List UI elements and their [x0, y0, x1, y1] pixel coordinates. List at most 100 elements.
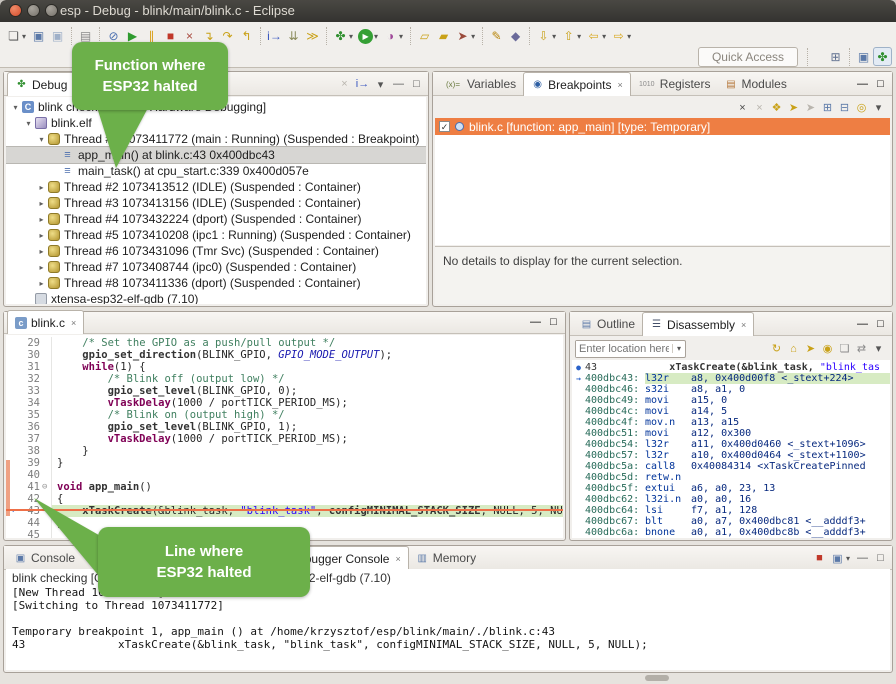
horizontal-scrollbar[interactable] [645, 675, 669, 681]
open-type-icon[interactable]: ◆ [506, 27, 525, 46]
save-icon[interactable]: ▣ [29, 27, 48, 46]
expand-arrow-icon[interactable]: ▸ [36, 279, 47, 288]
expand-arrow-icon[interactable]: ▸ [36, 183, 47, 192]
view-menu-icon[interactable]: ▾ [372, 76, 389, 92]
minimize-icon[interactable]: — [390, 76, 407, 92]
profile-icon[interactable]: ◑ [381, 27, 400, 46]
cpp-perspective-icon[interactable]: ▣ [854, 47, 873, 66]
mark-occurrences-icon[interactable]: ✎ [487, 27, 506, 46]
expand-all-icon[interactable]: ⊞ [819, 100, 836, 116]
profile-icon-menu[interactable]: ▾ [399, 32, 403, 41]
tab-modules[interactable]: ▤ Modules [717, 73, 793, 95]
external-tools-icon-menu[interactable]: ▾ [471, 32, 475, 41]
quick-access-box[interactable]: Quick Access [698, 47, 798, 67]
chevron-down-icon[interactable]: ▾ [672, 344, 685, 353]
tab-memory[interactable]: ▥ Memory [409, 547, 483, 569]
disassembly-listing[interactable]: ●43 xTaskCreate(&blink_task, "blink_tas→… [572, 360, 890, 538]
forward-icon-menu[interactable]: ▾ [627, 32, 631, 41]
debug-tree-item[interactable]: ▸Thread #3 1073413156 (IDLE) (Suspended … [6, 195, 426, 211]
instruction-stepping-icon[interactable]: i→ [265, 27, 284, 46]
next-annotation-icon-menu[interactable]: ▾ [552, 32, 556, 41]
maximize-icon[interactable]: □ [545, 314, 562, 330]
location-input[interactable] [576, 341, 672, 357]
drop-to-frame-icon[interactable]: ⇊ [284, 27, 303, 46]
run-icon[interactable]: ▶ [358, 29, 373, 44]
minimize-icon[interactable]: — [854, 550, 871, 566]
tab-outline[interactable]: ▤ Outline [573, 313, 642, 335]
new-wizard-icon[interactable]: ❏ [4, 27, 23, 46]
breakpoint-checkbox[interactable]: ✓ [439, 121, 450, 132]
expand-arrow-icon[interactable]: ▸ [36, 247, 47, 256]
link-with-debug-icon[interactable]: ◎ [853, 100, 870, 116]
expand-arrow-icon[interactable]: ▾ [23, 119, 34, 128]
close-icon[interactable]: × [395, 554, 400, 564]
window-close-button[interactable] [9, 4, 22, 17]
close-icon[interactable]: × [71, 318, 76, 328]
debug-tree-item[interactable]: ▸Thread #8 1073411336 (dport) (Suspended… [6, 275, 426, 291]
maximize-icon[interactable]: □ [408, 76, 425, 92]
show-breakpoints-supported-icon[interactable]: ❖ [768, 100, 785, 116]
back-icon-menu[interactable]: ▾ [602, 32, 606, 41]
tab-disassembly[interactable]: ☰ Disassembly × [642, 312, 754, 336]
run-icon-menu[interactable]: ▾ [374, 32, 378, 41]
debug-tree-item[interactable]: ▸Thread #7 1073408744 (ipc0) (Suspended … [6, 259, 426, 275]
expand-arrow-icon[interactable]: ▾ [10, 103, 21, 112]
debug-perspective-icon[interactable]: ✤ [873, 47, 892, 66]
window-minimize-button[interactable] [27, 4, 40, 17]
view-menu-icon[interactable]: ▾ [870, 341, 887, 357]
expand-arrow-icon[interactable]: ▸ [36, 199, 47, 208]
external-tools-icon[interactable]: ➤ [453, 27, 472, 46]
close-icon[interactable]: × [741, 320, 746, 330]
close-icon[interactable]: × [618, 80, 623, 90]
terminate-console-icon[interactable]: ■ [811, 550, 828, 566]
collapse-all-icon[interactable]: ⊟ [836, 100, 853, 116]
debug-tree-item[interactable]: ▸Thread #6 1073431096 (Tmr Svc) (Suspend… [6, 243, 426, 259]
link-view-icon[interactable]: ⇄ [853, 341, 870, 357]
debug-tree-item[interactable]: ▸Thread #5 1073410208 (ipc1 : Running) (… [6, 227, 426, 243]
debug-tree-item[interactable]: ≡main_task() at cpu_start.c:339 0x400d05… [6, 163, 426, 179]
debug-icon-menu[interactable]: ▾ [349, 32, 353, 41]
sync-with-source-icon[interactable]: ◉ [819, 341, 836, 357]
window-maximize-button[interactable] [45, 4, 58, 17]
open-run-config-icon[interactable]: ▰ [434, 27, 453, 46]
debug-tree-item[interactable]: ▾blink.elf [6, 115, 426, 131]
maximize-icon[interactable]: □ [872, 550, 889, 566]
new-wizard-icon-menu[interactable]: ▾ [22, 32, 26, 41]
debug-tree-item[interactable]: ≡app_main() at blink.c:43 0x400dbc43 [6, 147, 426, 163]
previous-annotation-icon-menu[interactable]: ▾ [577, 32, 581, 41]
remove-selected-breakpoint-icon[interactable]: × [734, 100, 751, 116]
maximize-icon[interactable]: □ [872, 76, 889, 92]
debug-tree-item[interactable]: ▸Thread #4 1073432224 (dport) (Suspended… [6, 211, 426, 227]
debug-tree-item[interactable]: ▸Thread #2 1073413512 (IDLE) (Suspended … [6, 179, 426, 195]
use-step-filters-icon[interactable]: ≫ [303, 27, 322, 46]
go-to-file-icon[interactable]: ➤ [785, 100, 802, 116]
breakpoint-row[interactable]: ✓ blink.c [function: app_main] [type: Te… [435, 118, 890, 135]
minimize-icon[interactable]: — [527, 314, 544, 330]
minimize-icon[interactable]: — [854, 76, 871, 92]
debug-tree-item[interactable]: xtensa-esp32-elf-gdb (7.10) [6, 291, 426, 304]
select-default-group-icon[interactable]: ➤ [802, 100, 819, 116]
home-icon[interactable]: ⌂ [785, 341, 802, 357]
view-menu-icon[interactable]: ▾ [870, 100, 887, 116]
instruction-stepping-mode-icon[interactable]: i→ [354, 76, 371, 92]
remove-all-breakpoints-icon[interactable]: × [751, 100, 768, 116]
debug-tree-item[interactable]: ▾Thread #1 1073411772 (main : Running) (… [6, 131, 426, 147]
debug-icon[interactable]: ✤ [331, 27, 350, 46]
new-disassembly-view-icon[interactable]: ❏ [836, 341, 853, 357]
tab-registers[interactable]: 1010 Registers [631, 73, 718, 95]
tab-variables[interactable]: (x)= Variables [436, 73, 523, 95]
tab-blink-c[interactable]: c blink.c × [7, 310, 84, 334]
expand-arrow-icon[interactable]: ▾ [36, 135, 47, 144]
tab-breakpoints[interactable]: ◉ Breakpoints × [523, 72, 631, 96]
expand-arrow-icon[interactable]: ▸ [36, 215, 47, 224]
remove-all-terminated-icon[interactable]: × [336, 76, 353, 92]
new-launch-config-icon[interactable]: ▱ [415, 27, 434, 46]
track-expression-icon[interactable]: ➤ [802, 341, 819, 357]
expand-arrow-icon[interactable]: ▸ [36, 263, 47, 272]
display-selected-console-icon[interactable]: ▣ [829, 550, 846, 566]
maximize-icon[interactable]: □ [872, 316, 889, 332]
location-combo[interactable]: ▾ [575, 340, 686, 358]
back-icon[interactable]: ⇦ [584, 27, 603, 46]
step-return-icon[interactable]: ↰ [237, 27, 256, 46]
expand-arrow-icon[interactable]: ▸ [36, 231, 47, 240]
